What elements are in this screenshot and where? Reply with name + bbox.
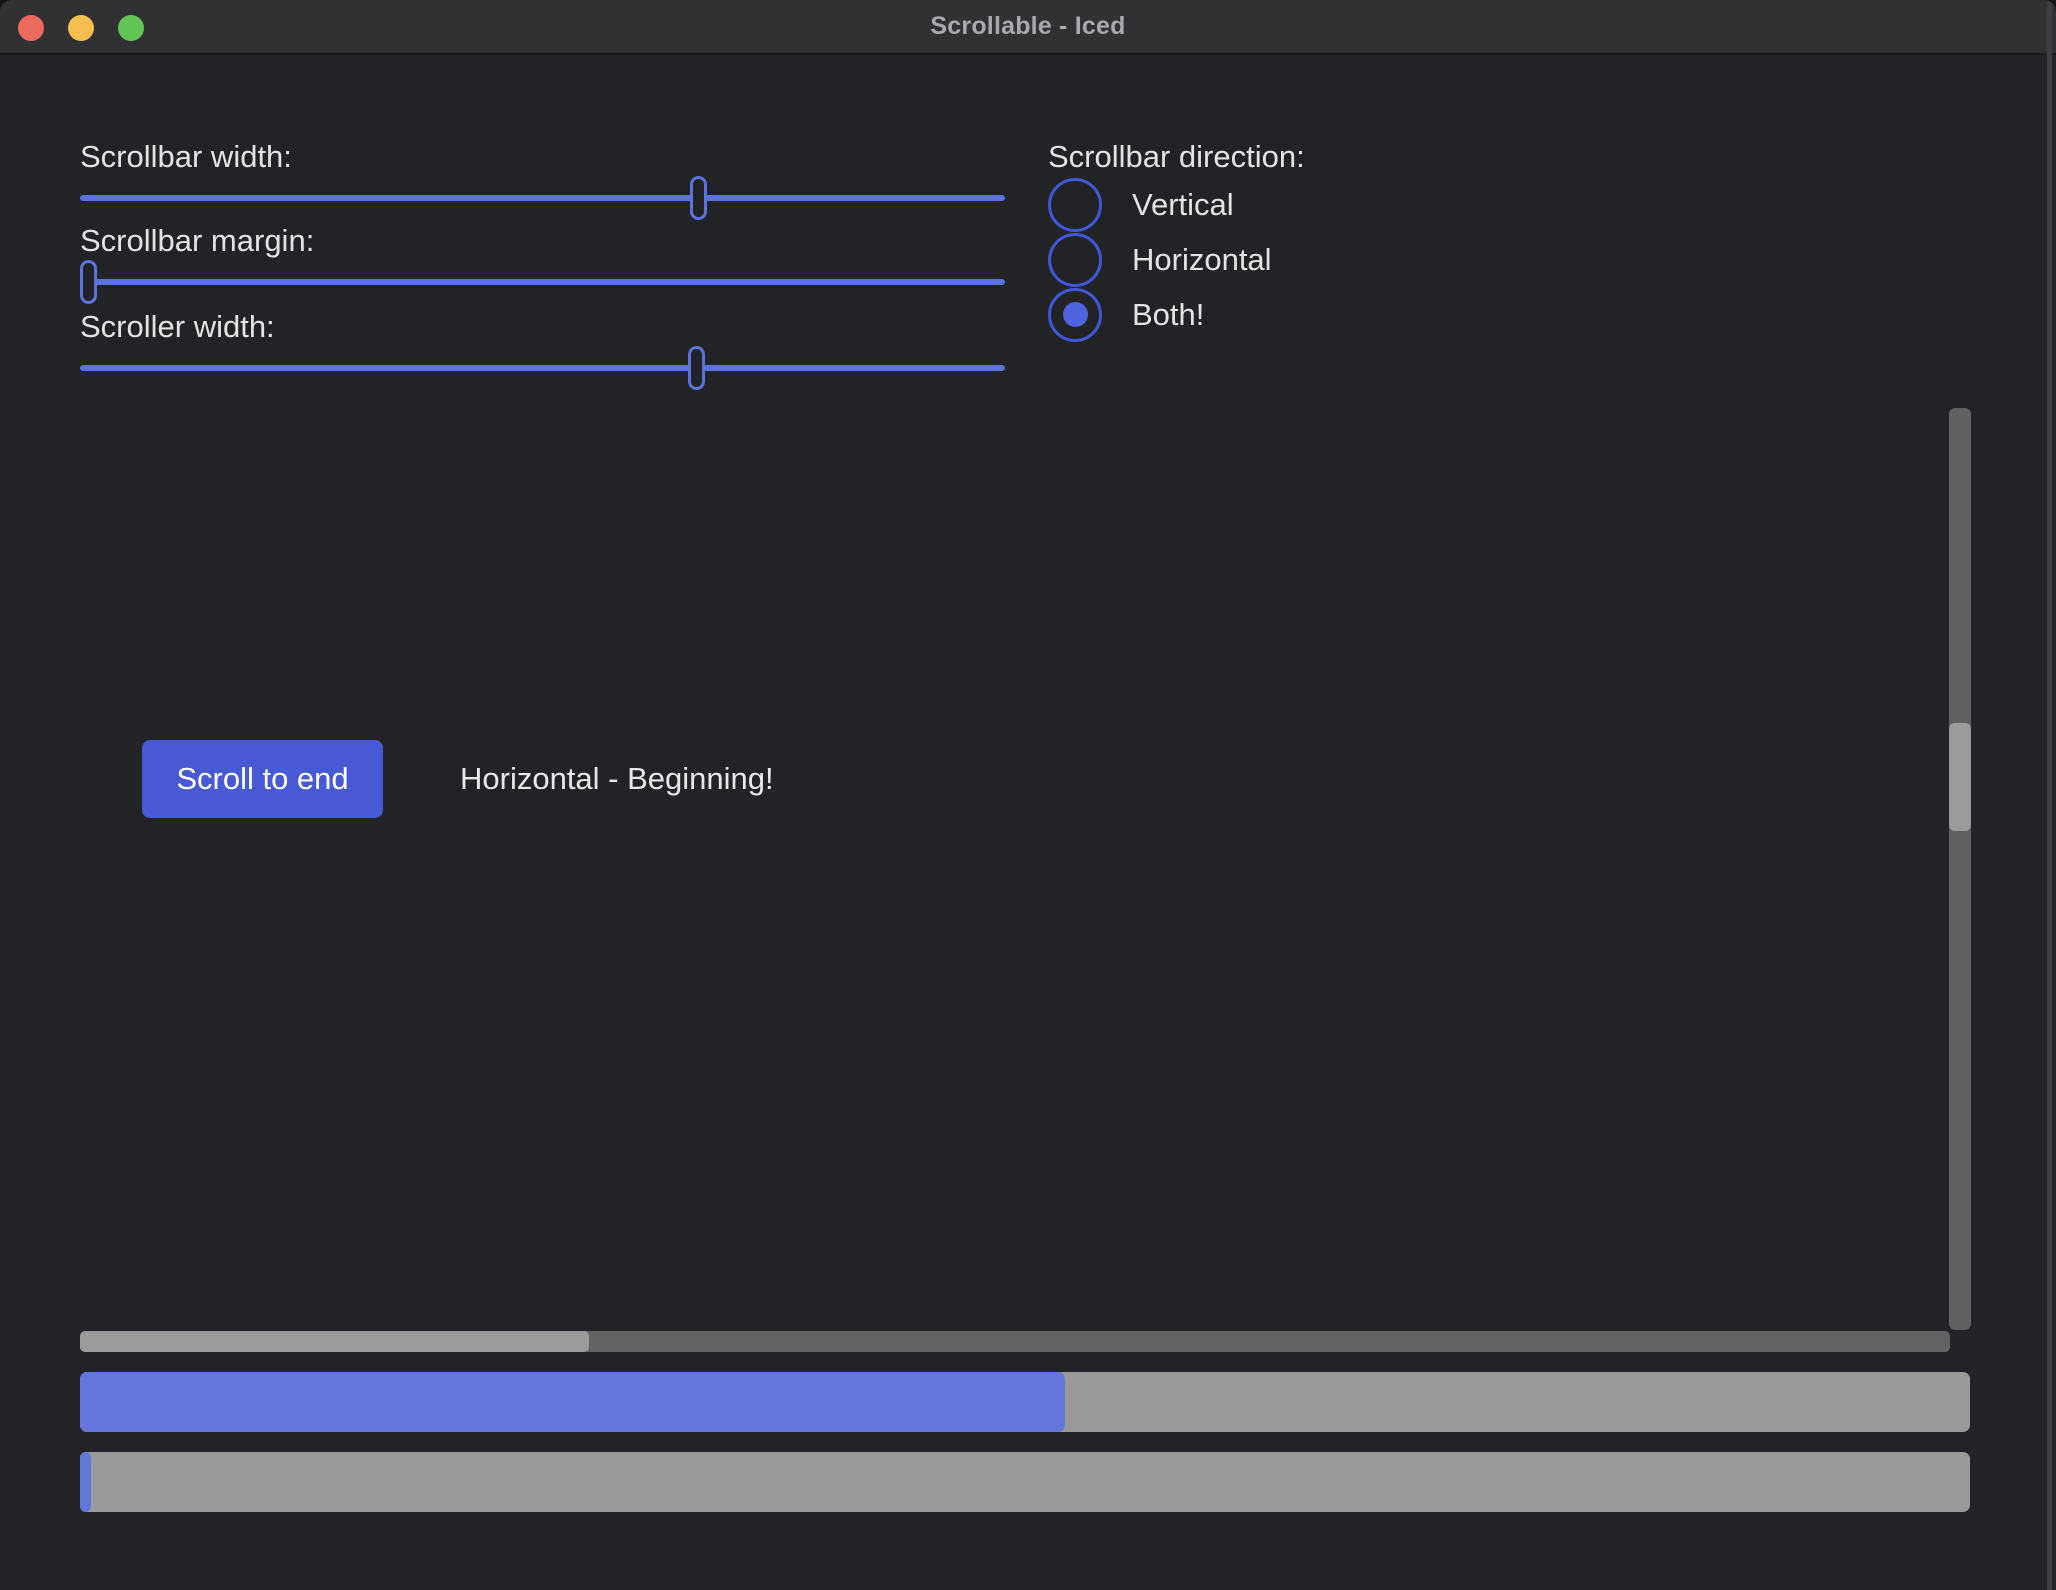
horizontal-scrollbar-track[interactable] xyxy=(80,1331,1950,1352)
horizontal-scrollbar-thumb[interactable] xyxy=(80,1331,589,1352)
titlebar[interactable]: Scrollable - Iced xyxy=(0,0,2056,55)
vertical-progress-bar xyxy=(80,1452,1970,1512)
slider-handle[interactable] xyxy=(688,346,705,390)
app-window: Scrollable - Iced Scrollbar width: Scrol… xyxy=(0,0,2056,1590)
slider-rail[interactable] xyxy=(80,279,1005,285)
scroll-status-text: Horizontal - Beginning! xyxy=(460,740,774,818)
horizontal-progress-bar xyxy=(80,1372,1970,1432)
window-title: Scrollable - Iced xyxy=(0,0,2056,53)
radio-circle-icon[interactable] xyxy=(1048,178,1102,232)
slider-handle[interactable] xyxy=(80,260,97,304)
slider-rail[interactable] xyxy=(80,195,1005,201)
radio-circle-icon[interactable] xyxy=(1048,233,1102,287)
vertical-progress-fill xyxy=(80,1452,91,1512)
radio-label: Both! xyxy=(1132,297,1204,333)
window-right-edge xyxy=(2047,0,2052,1590)
scroller-width-slider[interactable] xyxy=(80,346,1005,390)
radio-option-both[interactable]: Both! xyxy=(1048,287,1204,342)
radio-option-horizontal[interactable]: Horizontal xyxy=(1048,232,1272,287)
radio-label: Vertical xyxy=(1132,187,1234,223)
scrollbar-direction-label: Scrollbar direction: xyxy=(1048,139,1305,175)
scrollbar-width-slider[interactable] xyxy=(80,176,1005,220)
radio-circle-icon[interactable] xyxy=(1048,288,1102,342)
slider-handle[interactable] xyxy=(690,176,707,220)
vertical-scrollbar-thumb[interactable] xyxy=(1949,723,1971,831)
radio-label: Horizontal xyxy=(1132,242,1272,278)
slider-rail[interactable] xyxy=(80,365,1005,371)
scrollbar-width-label: Scrollbar width: xyxy=(80,139,292,175)
scrollbar-margin-slider[interactable] xyxy=(80,260,1005,304)
scroll-to-end-button[interactable]: Scroll to end xyxy=(142,740,383,818)
scrollbar-margin-label: Scrollbar margin: xyxy=(80,223,314,259)
radio-dot-icon xyxy=(1063,302,1088,327)
scroller-width-label: Scroller width: xyxy=(80,309,275,345)
radio-option-vertical[interactable]: Vertical xyxy=(1048,177,1234,232)
horizontal-progress-fill xyxy=(80,1372,1065,1432)
vertical-scrollbar-track[interactable] xyxy=(1949,408,1971,1330)
